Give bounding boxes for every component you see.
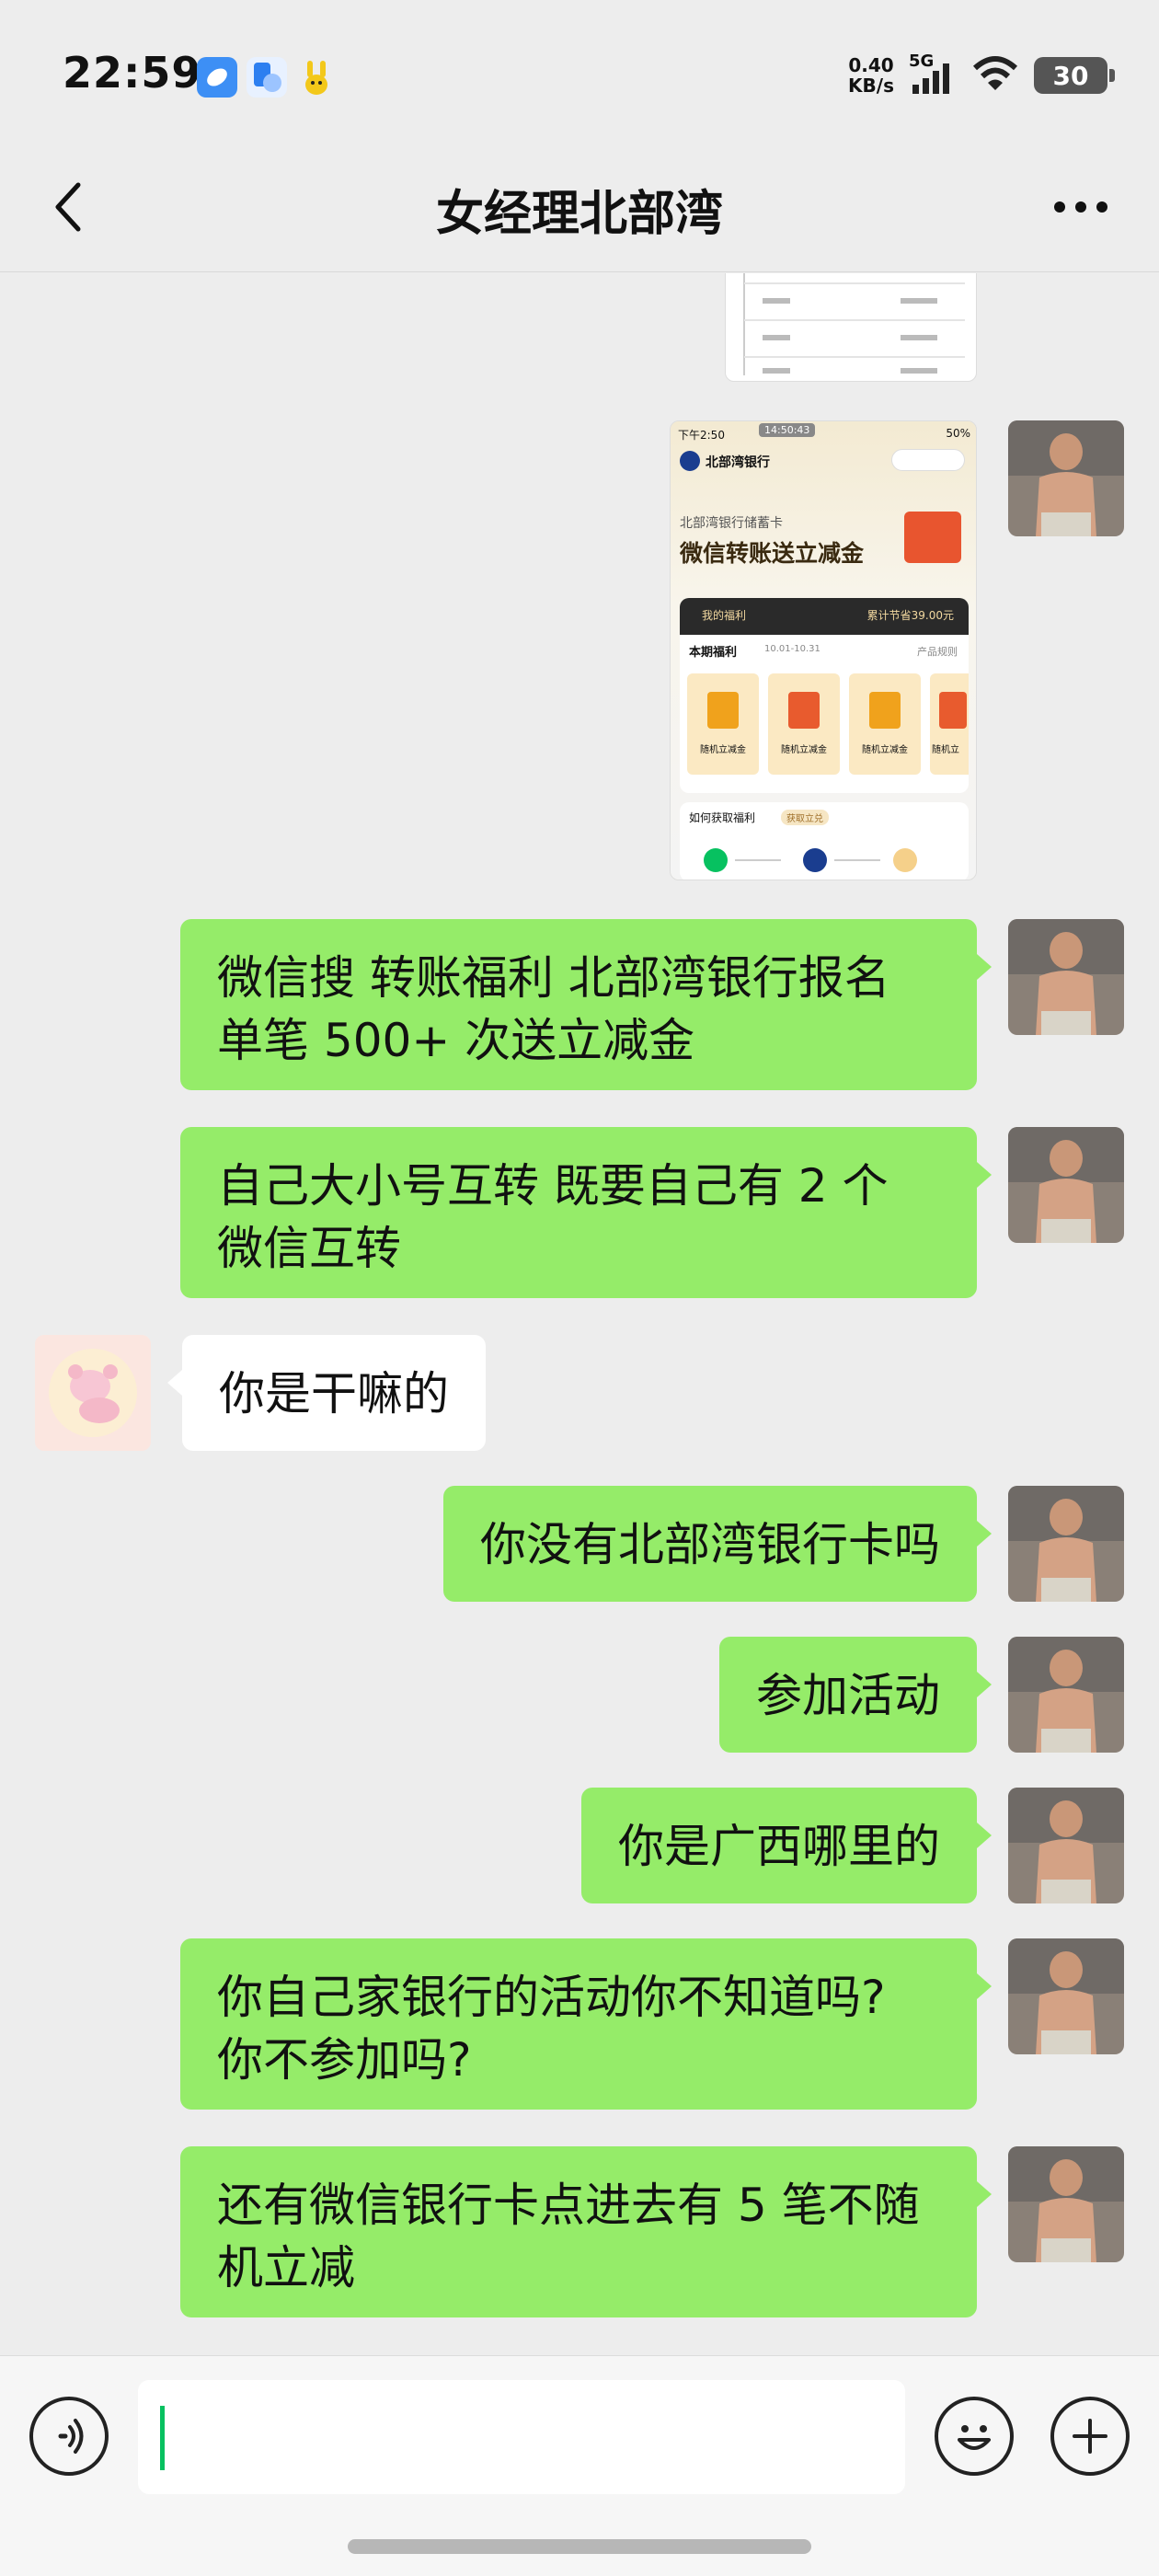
my-avatar[interactable] — [1008, 1938, 1124, 2054]
coupon-card: 随机立 — [930, 673, 969, 775]
more-functions-button[interactable] — [1050, 2397, 1130, 2476]
wechat-icon — [704, 848, 728, 872]
message-bubble-sent[interactable]: 还有微信银行卡点进去有 5 笔不随 机立减 — [180, 2146, 992, 2317]
bank-logo — [680, 451, 700, 471]
image-message-partial[interactable] — [725, 273, 977, 382]
img-period-dates: 10.01-10.31 — [764, 644, 820, 654]
mini-program-capsule — [891, 449, 965, 471]
img-bank-sub: 北部湾银行储蓄卡 — [680, 516, 783, 531]
benefit-bar: 我的福利 累计节省39.00元 — [680, 598, 969, 635]
my-avatar[interactable] — [1008, 1637, 1124, 1753]
message-text: 微信搜 转账福利 北部湾银行报名 单笔 500+ 次送立减金 — [217, 951, 890, 1067]
status-right: 0.40 KB/s 5G 30 — [848, 52, 1115, 98]
img-clock-badge: 14:50:43 — [759, 423, 816, 437]
message-text: 你是广西哪里的 — [618, 1820, 940, 1873]
img-status-right: 50% — [946, 427, 970, 440]
coupon-label: 随机立 — [932, 745, 959, 755]
emoji-button[interactable] — [935, 2397, 1014, 2476]
home-indicator[interactable] — [348, 2539, 811, 2554]
notification-icons — [197, 57, 337, 98]
voice-button[interactable] — [29, 2397, 109, 2476]
message-list[interactable]: 下午2:50 14:50:43 50% 北部湾银行 北部湾银行储蓄卡 微信转账送… — [0, 273, 1159, 2355]
img-period-label: 本期福利 — [689, 646, 738, 660]
coupon-label: 随机立减金 — [781, 745, 827, 755]
my-avatar[interactable] — [1008, 1486, 1124, 1602]
status-time: 22:59 — [63, 48, 202, 98]
reward-step-icon — [893, 848, 917, 872]
my-avatar[interactable] — [1008, 2146, 1124, 2262]
my-avatar[interactable] — [1008, 919, 1124, 1035]
mascot-notification-icon — [296, 57, 337, 98]
my-avatar[interactable] — [1008, 1127, 1124, 1243]
gift-box-icon — [904, 512, 961, 563]
img-benefit-label: 我的福利 — [702, 609, 747, 622]
coupon-card: 随机立减金 — [687, 673, 759, 775]
chat-title: 女经理北部湾 — [435, 187, 723, 242]
message-bubble-sent[interactable]: 自己大小号互转 既要自己有 2 个 微信互转 — [180, 1127, 992, 1298]
voice-wave-icon — [58, 2419, 84, 2454]
message-bubble-received[interactable]: 你是干嘛的 — [167, 1335, 486, 1451]
net-speed-value: 0.40 — [848, 54, 894, 76]
my-avatar[interactable] — [1008, 1788, 1124, 1903]
text-cursor — [160, 2406, 165, 2470]
net-speed-unit: KB/s — [848, 75, 894, 97]
benefit-panel: 本期福利 10.01-10.31 产品规则 随机立减金 随机立减金 随机立减金 — [680, 635, 969, 793]
message-text: 自己大小号互转 既要自己有 2 个 微信互转 — [217, 1159, 889, 1275]
how-to-panel: 如何获取福利 获取立兑 — [680, 802, 969, 880]
plus-icon — [1073, 2419, 1107, 2454]
coupon-label: 随机立减金 — [700, 745, 746, 755]
net-speed: 0.40 KB/s — [848, 55, 894, 96]
img-time: 下午2:50 — [678, 429, 725, 442]
cloud-notification-icon — [247, 57, 287, 98]
img-rules-link: 产品规则 — [917, 646, 958, 658]
more-button[interactable] — [1039, 175, 1122, 239]
coupon-label: 随机立减金 — [862, 745, 908, 755]
my-avatar[interactable] — [1008, 420, 1124, 536]
message-bubble-sent[interactable]: 你自己家银行的活动你不知道吗? 你不参加吗? — [180, 1938, 992, 2110]
status-bar: 22:59 0.40 KB/s 5G 30 — [0, 0, 1159, 147]
signal-icon: 5G — [909, 52, 957, 96]
message-bubble-sent[interactable]: 你没有北部湾银行卡吗 — [443, 1486, 992, 1602]
img-how-to-badge: 获取立兑 — [781, 810, 829, 825]
message-text: 你是干嘛的 — [219, 1367, 449, 1420]
message-bubble-sent[interactable]: 你是广西哪里的 — [581, 1788, 992, 1903]
message-text: 还有微信银行卡点进去有 5 笔不随 机立减 — [217, 2179, 920, 2294]
message-text: 你没有北部湾银行卡吗 — [480, 1518, 940, 1571]
battery-icon: 30 — [1034, 57, 1115, 94]
chat-header: 女经理北部湾 — [0, 147, 1159, 272]
coupon-card: 随机立减金 — [768, 673, 840, 775]
more-dots-icon — [1054, 201, 1107, 213]
bank-step-icon — [803, 848, 827, 872]
message-text: 你自己家银行的活动你不知道吗? 你不参加吗? — [217, 1971, 886, 2087]
img-headline: 微信转账送立减金 — [680, 540, 865, 567]
message-bubble-sent[interactable]: 微信搜 转账福利 北部湾银行报名 单笔 500+ 次送立减金 — [180, 919, 992, 1090]
image-message-bank-card[interactable]: 下午2:50 14:50:43 50% 北部湾银行 北部湾银行储蓄卡 微信转账送… — [670, 420, 977, 880]
img-how-to: 如何获取福利 — [689, 811, 756, 824]
img-bank-name: 北部湾银行 — [706, 455, 770, 470]
smiley-icon — [958, 2425, 991, 2450]
coupon-card: 随机立减金 — [849, 673, 921, 775]
contact-avatar[interactable] — [35, 1335, 151, 1451]
app-notification-icon — [197, 57, 237, 98]
message-input[interactable] — [138, 2380, 905, 2494]
wifi-icon — [971, 53, 1019, 98]
message-text: 参加活动 — [756, 1669, 940, 1722]
message-bubble-sent[interactable]: 参加活动 — [719, 1637, 992, 1753]
img-benefit-total: 累计节省39.00元 — [866, 609, 954, 622]
